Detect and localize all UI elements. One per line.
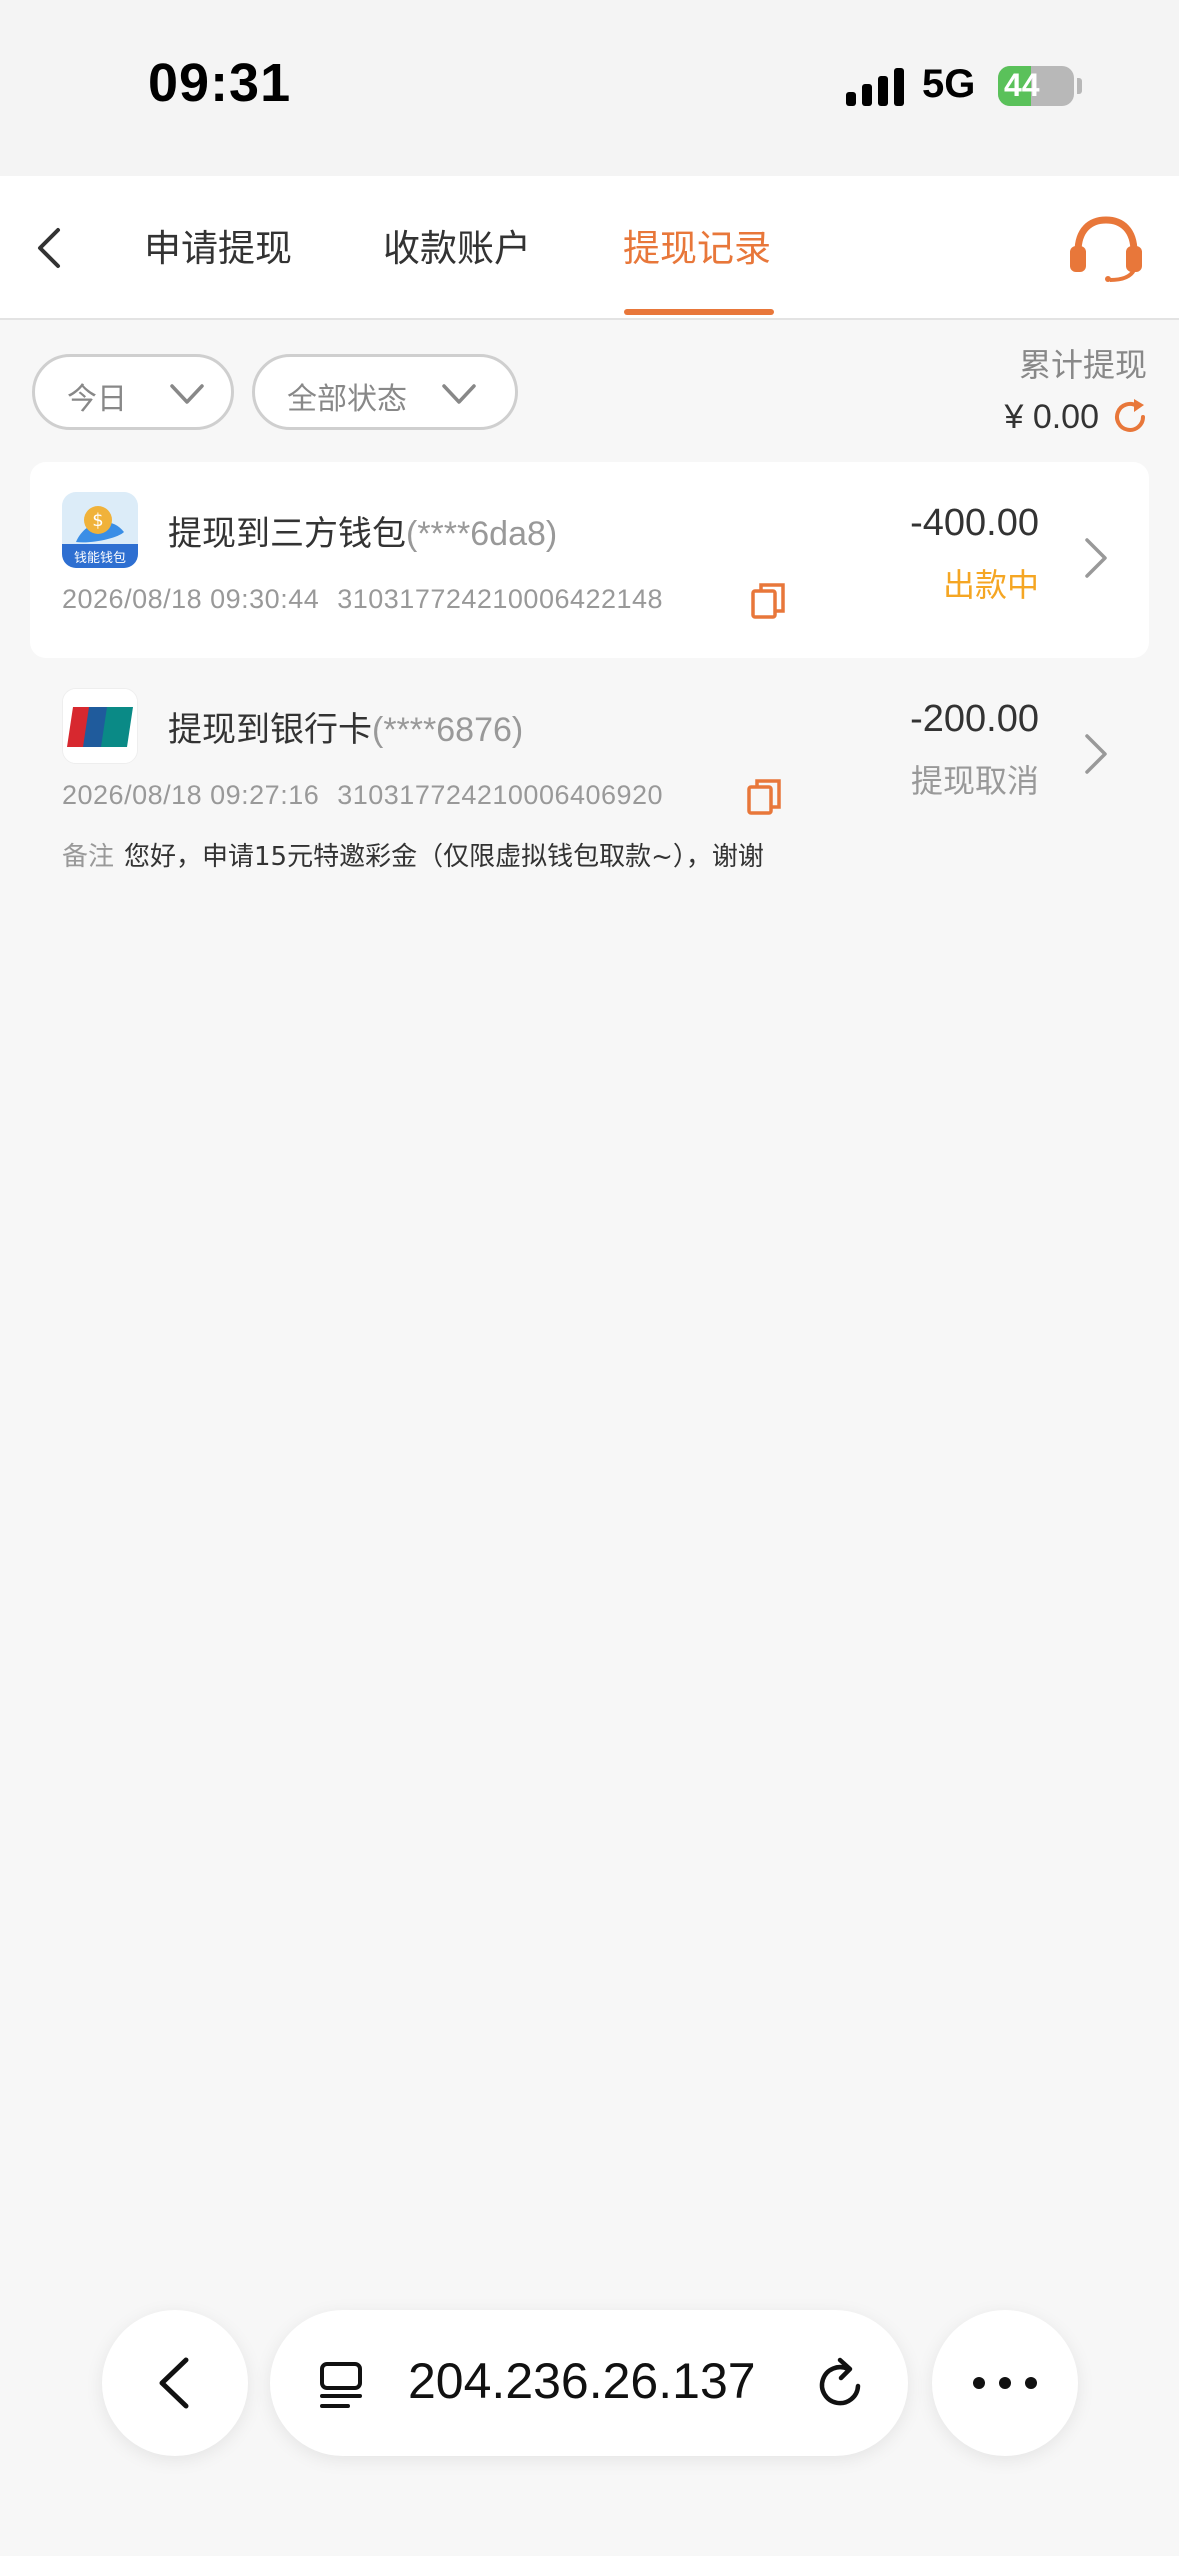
record-title-text: 提现到三方钱包 — [168, 514, 406, 554]
wallet-app-icon: $ 钱能钱包 — [62, 492, 138, 568]
record-account: (****6876) — [372, 711, 524, 749]
chevron-left-icon — [159, 2357, 189, 2409]
record-datetime: 2026/08/18 09:30:44 — [62, 584, 320, 614]
record-account: (****6da8) — [406, 515, 558, 553]
tab-receiving-account[interactable]: 收款账户 — [383, 218, 531, 272]
copy-icon[interactable] — [750, 582, 786, 620]
record-title-text: 提现到银行卡 — [168, 710, 372, 750]
record-order-no: 310317724210006406920 — [337, 780, 664, 810]
record-status: 提现取消 — [910, 762, 1039, 800]
withdraw-record[interactable]: 提现到银行卡(****6876) 2026/08/18 09:27:16 3103… — [30, 658, 1149, 890]
record-status: 出款中 — [942, 566, 1039, 604]
chevron-right-icon — [1085, 538, 1107, 578]
record-order-no: 310317724210006422148 — [337, 584, 664, 614]
browser-back-button[interactable] — [102, 2310, 248, 2456]
record-note-label: 备注 — [62, 842, 115, 872]
svg-text:$: $ — [92, 510, 103, 531]
reader-mode-icon[interactable] — [318, 2360, 368, 2410]
chevron-down-icon — [170, 384, 204, 404]
record-datetime: 2026/08/18 09:27:16 — [62, 780, 320, 810]
more-icon — [973, 2377, 1037, 2389]
browser-url: 204.236.26.137 — [408, 2353, 756, 2409]
browser-more-button[interactable] — [932, 2310, 1078, 2456]
chevron-down-icon — [442, 384, 476, 404]
date-filter[interactable]: 今日 — [32, 354, 234, 430]
record-note: 备注 您好，申请15元特邀彩金（仅限虚拟钱包取款~），谢谢 — [62, 836, 764, 873]
record-title: 提现到银行卡(****6876) — [168, 702, 523, 751]
record-title: 提现到三方钱包(****6da8) — [168, 506, 557, 555]
chevron-right-icon — [1085, 734, 1107, 774]
back-icon[interactable] — [22, 212, 82, 284]
record-note-text: 您好，申请15元特邀彩金（仅限虚拟钱包取款~），谢谢 — [124, 842, 764, 872]
battery-level: 44 — [1004, 67, 1040, 103]
tab-apply-withdraw[interactable]: 申请提现 — [144, 218, 292, 272]
total-withdraw-amount: ¥ 0.00 — [1004, 398, 1099, 436]
record-amount: -200.00 — [910, 698, 1039, 740]
withdraw-record[interactable]: $ 钱能钱包 提现到三方钱包(****6da8) 2026/08/18 09:3… — [30, 462, 1149, 658]
reload-icon[interactable] — [814, 2356, 868, 2412]
date-filter-label: 今日 — [67, 382, 127, 417]
record-meta: 2026/08/18 09:30:44 310317724210006422148 — [62, 584, 663, 615]
refresh-icon[interactable] — [1110, 397, 1150, 437]
network-label: 5G — [922, 62, 976, 106]
copy-icon[interactable] — [746, 778, 782, 816]
record-amount: -400.00 — [910, 502, 1039, 544]
status-filter[interactable]: 全部状态 — [252, 354, 518, 430]
status-time: 09:31 — [148, 53, 292, 113]
battery-icon: 44 — [998, 66, 1074, 106]
status-filter-label: 全部状态 — [287, 382, 407, 417]
battery-cap — [1077, 78, 1082, 94]
top-nav: 申请提现 收款账户 提现记录 — [0, 176, 1179, 320]
total-withdraw-label: 累计提现 — [1018, 346, 1147, 384]
record-meta: 2026/08/18 09:27:16 310317724210006406920 — [62, 780, 663, 811]
status-bar: 09:31 5G 44 — [0, 0, 1179, 176]
unionpay-icon — [62, 688, 138, 764]
signal-icon — [846, 66, 906, 106]
active-tab-indicator — [624, 309, 774, 315]
customer-service-icon[interactable] — [1068, 214, 1144, 282]
browser-address-bar[interactable]: 204.236.26.137 — [270, 2310, 908, 2456]
svg-text:钱能钱包: 钱能钱包 — [74, 551, 126, 566]
tab-withdraw-records[interactable]: 提现记录 — [623, 218, 771, 272]
